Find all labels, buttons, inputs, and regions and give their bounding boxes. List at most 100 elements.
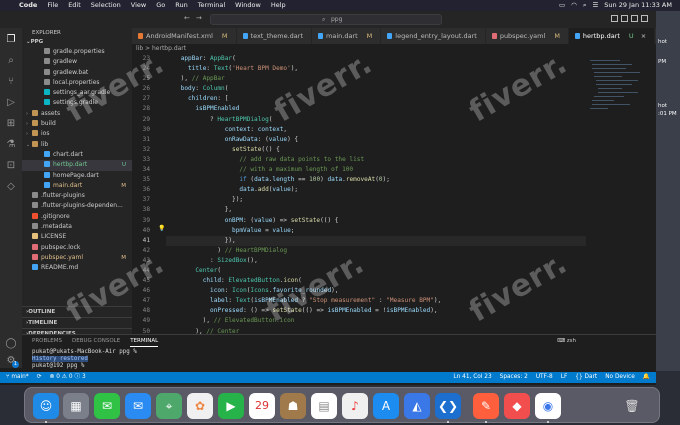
desktop-label[interactable]: hot — [658, 39, 667, 45]
tree-item[interactable]: main.dart M — [22, 181, 132, 191]
vscode-icon[interactable]: ❮❯ — [435, 393, 461, 419]
indentation[interactable]: Spaces: 2 — [500, 372, 528, 383]
sync-icon[interactable]: ⟳ — [37, 372, 42, 383]
tree-item[interactable]: › ios — [22, 129, 132, 139]
code-editor[interactable]: 23 24 25 26 27 28 29 30 31 32 33 34 35 36 37 38 39 40 41 42… — [132, 54, 586, 334]
music-icon[interactable]: ♪ — [342, 393, 368, 419]
outline-section[interactable]: ›OUTLINE — [22, 306, 132, 316]
toggle-sidebar-icon[interactable] — [611, 15, 618, 22]
tree-item[interactable]: ⌄ lib — [22, 140, 132, 150]
editor-tab[interactable]: legend_entry_layout.dart — [381, 28, 486, 44]
back-arrow-icon[interactable]: ← — [184, 14, 190, 22]
editor-tab[interactable]: main.dart M — [312, 28, 382, 44]
editor-scrollbar[interactable] — [648, 54, 656, 334]
postman-icon[interactable]: ✎ — [473, 393, 499, 419]
menu-go[interactable]: Go — [151, 0, 170, 11]
calendar-icon[interactable]: 29 — [249, 393, 275, 419]
tree-item[interactable]: local.properties — [22, 78, 132, 88]
tree-item[interactable]: homePage.dart — [22, 171, 132, 181]
tree-item[interactable]: gradlew.bat — [22, 68, 132, 78]
tree-item[interactable]: gradle.properties — [22, 47, 132, 57]
tree-item[interactable]: pubspec.lock — [22, 243, 132, 253]
tree-item[interactable]: .flutter-plugins — [22, 191, 132, 201]
tree-item[interactable]: LICENSE — [22, 232, 132, 242]
editor-tab[interactable]: text_theme.dart — [237, 28, 313, 44]
encoding[interactable]: UTF-8 — [536, 372, 553, 383]
tree-item[interactable]: .gitignore — [22, 212, 132, 222]
run-debug-icon[interactable]: ▷ — [5, 97, 17, 109]
desktop-label[interactable]: PM — [658, 59, 666, 65]
editor-tab[interactable]: hertbp.dart U × — [568, 28, 656, 44]
tree-item[interactable]: settings.gradle — [22, 98, 132, 108]
notes-icon[interactable]: ▤ — [311, 393, 337, 419]
menu-window[interactable]: Window — [230, 0, 266, 11]
menu-view[interactable]: View — [126, 0, 151, 11]
customize-layout-icon[interactable] — [641, 15, 648, 22]
source-control-icon[interactable]: ⑂ — [5, 76, 17, 88]
battery-icon[interactable]: ▭ — [559, 0, 565, 11]
device-selector[interactable]: No Device — [605, 372, 635, 383]
lightbulb-icon[interactable]: 💡 — [158, 225, 165, 232]
account-icon[interactable]: ◯ — [5, 338, 17, 350]
mail-icon[interactable]: ✉ — [125, 393, 151, 419]
tab-problems[interactable]: PROBLEMS — [32, 337, 62, 347]
terminal-shell-selector[interactable]: ⌨ zsh — [557, 338, 576, 344]
breadcrumb[interactable]: lib > hertbp.dart — [132, 44, 186, 54]
menu-terminal[interactable]: Terminal — [193, 0, 230, 11]
command-center-search[interactable]: ⌕ ppg — [210, 14, 442, 25]
finder-icon[interactable]: ☺ — [33, 393, 59, 419]
menu-file[interactable]: File — [42, 0, 63, 11]
tab-terminal[interactable]: TERMINAL — [130, 337, 159, 347]
wifi-icon[interactable]: ◠ — [571, 0, 577, 11]
flutter-icon[interactable]: ◇ — [5, 181, 17, 193]
menu-edit[interactable]: Edit — [63, 0, 86, 11]
line-ending[interactable]: LF — [561, 372, 568, 383]
chrome-icon[interactable]: ◉ — [535, 393, 561, 419]
maps-icon[interactable]: ⌖ — [156, 393, 182, 419]
search-icon[interactable]: ⌕ — [5, 55, 17, 67]
extensions-icon[interactable]: ⊞ — [5, 118, 17, 130]
anydesk-icon[interactable]: ◆ — [504, 393, 530, 419]
remote-explorer-icon[interactable]: ⊡ — [5, 160, 17, 172]
tree-item[interactable]: pubspec.yaml M — [22, 253, 132, 263]
cursor-position[interactable]: Ln 41, Col 23 — [453, 372, 491, 383]
trash-icon[interactable]: 🗑 — [619, 393, 645, 419]
tree-item[interactable]: › build — [22, 119, 132, 129]
toggle-secondary-sidebar-icon[interactable] — [631, 15, 638, 22]
explorer-icon[interactable]: ❐ — [5, 34, 17, 46]
close-icon[interactable]: × — [641, 28, 646, 44]
notifications-icon[interactable]: 🔔 — [643, 372, 650, 383]
xcode-simulator-icon[interactable]: ◭ — [404, 393, 430, 419]
language-mode[interactable]: {} Dart — [575, 372, 597, 383]
git-branch[interactable]: ⑂ main* — [6, 372, 29, 383]
terminal-output[interactable]: pukat@Pukats-MacBook-Air ppg % History re… — [32, 349, 137, 370]
launchpad-icon[interactable]: ▦ — [63, 393, 89, 419]
toggle-panel-icon[interactable] — [621, 15, 628, 22]
editor-tab[interactable]: AndroidManifest.xml M — [132, 28, 237, 44]
workspace-root[interactable]: ⌄PPG — [22, 38, 132, 47]
menu-help[interactable]: Help — [266, 0, 291, 11]
tree-item[interactable]: › assets — [22, 109, 132, 119]
apple-icon[interactable] — [0, 0, 14, 11]
desktop-label[interactable]: hot — [658, 103, 667, 109]
tree-item[interactable]: chart.dart — [22, 150, 132, 160]
menu-app-name[interactable]: Code — [14, 0, 42, 11]
messages-icon[interactable]: ✉ — [94, 393, 120, 419]
tree-item[interactable]: .flutter-plugins-dependen... — [22, 201, 132, 211]
search-icon[interactable]: ⌕ — [583, 0, 587, 11]
menubar-datetime[interactable]: Sun 29 Jan 11:33 AM — [604, 0, 672, 11]
photos-icon[interactable]: ✿ — [187, 393, 213, 419]
editor-tab[interactable]: pubspec.yaml M — [486, 28, 569, 44]
tree-item[interactable]: .metadata — [22, 222, 132, 232]
menu-run[interactable]: Run — [170, 0, 192, 11]
forward-arrow-icon[interactable]: → — [196, 14, 202, 22]
tree-item[interactable]: settings_aar.gradle — [22, 88, 132, 98]
tab-debug-console[interactable]: DEBUG CONSOLE — [72, 337, 120, 347]
timeline-section[interactable]: ›TIMELINE — [22, 317, 132, 327]
code-content[interactable]: appBar: AppBar( title: Text('Heart BPM D… — [166, 54, 586, 334]
tree-item[interactable]: README.md — [22, 263, 132, 273]
control-center-icon[interactable]: ☰ — [592, 0, 598, 11]
tree-item[interactable]: hertbp.dart U — [22, 160, 132, 171]
facetime-icon[interactable]: ▶ — [218, 393, 244, 419]
tree-item[interactable]: gradlew — [22, 57, 132, 67]
